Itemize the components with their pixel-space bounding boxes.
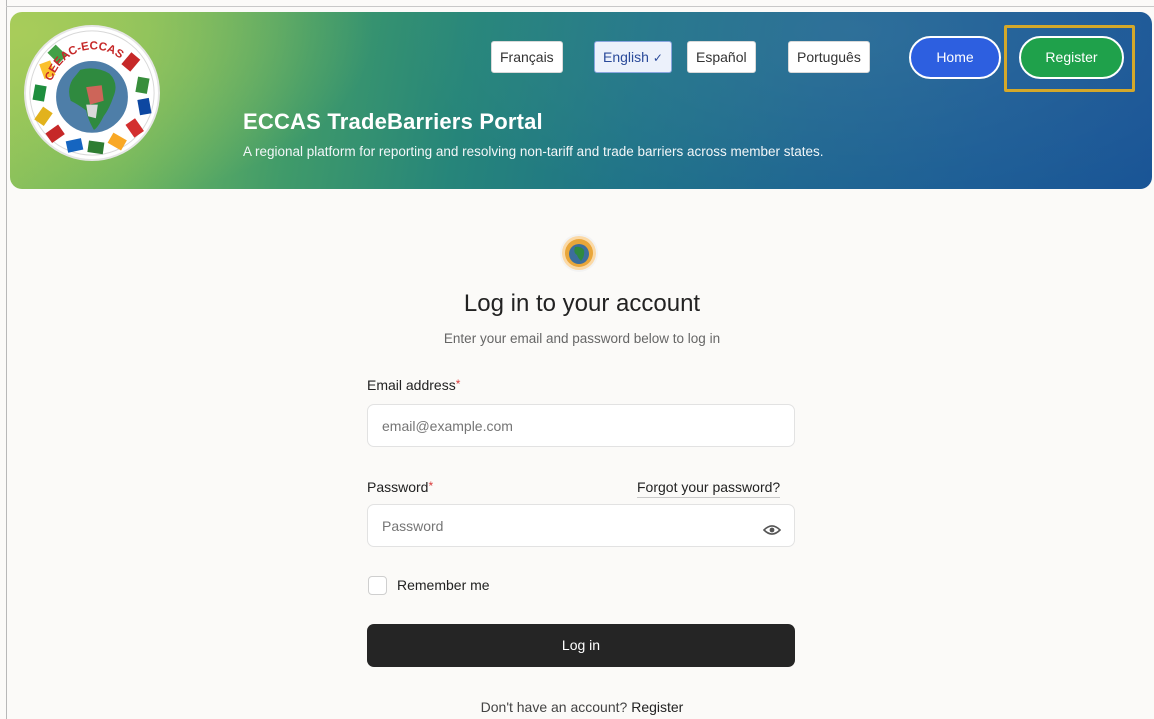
login-subtitle: Enter your email and password below to l… [443, 331, 721, 346]
eccas-logo-graphic: CEEAC-ECCAS [29, 30, 155, 156]
email-input[interactable] [367, 404, 795, 447]
remember-me-label[interactable]: Remember me [397, 577, 490, 593]
login-title: Log in to your account [463, 290, 701, 317]
checkmark-icon: ✓ [652, 51, 663, 65]
portal-subtitle: A regional platform for reporting and re… [243, 144, 824, 159]
language-english-label: English [603, 49, 649, 65]
form-logo-icon [560, 234, 598, 272]
password-label-text: Password [367, 479, 429, 495]
required-asterisk: * [428, 479, 434, 493]
language-espanol-button[interactable]: Español [687, 41, 756, 73]
forgot-password-link[interactable]: Forgot your password? [637, 479, 781, 498]
register-link[interactable]: Register [631, 699, 683, 715]
banner-sheen [310, 12, 1152, 189]
email-label: Email address* [367, 377, 460, 393]
password-label: Password* [367, 479, 433, 495]
eye-icon[interactable] [763, 522, 781, 538]
login-button[interactable]: Log in [367, 624, 795, 667]
header-banner: CEEAC-ECCAS Français English ✓ Español Po… [10, 12, 1152, 189]
page: CEEAC-ECCAS Français English ✓ Español Po… [7, 7, 1154, 719]
register-header-button[interactable]: Register [1019, 36, 1124, 79]
language-portugues-button[interactable]: Português [788, 41, 870, 73]
password-input[interactable] [367, 504, 795, 547]
eccas-logo: CEEAC-ECCAS [24, 25, 160, 161]
language-english-button[interactable]: English ✓ [594, 41, 672, 73]
no-account-text: Don't have an account? [480, 699, 628, 715]
language-francais-button[interactable]: Français [491, 41, 563, 73]
remember-me-checkbox[interactable] [368, 576, 387, 595]
signup-prompt: Don't have an account? Register [367, 699, 797, 715]
portal-title: ECCAS TradeBarriers Portal [243, 109, 543, 134]
email-label-text: Email address [367, 377, 456, 393]
required-asterisk: * [455, 377, 461, 391]
home-button[interactable]: Home [909, 36, 1001, 79]
